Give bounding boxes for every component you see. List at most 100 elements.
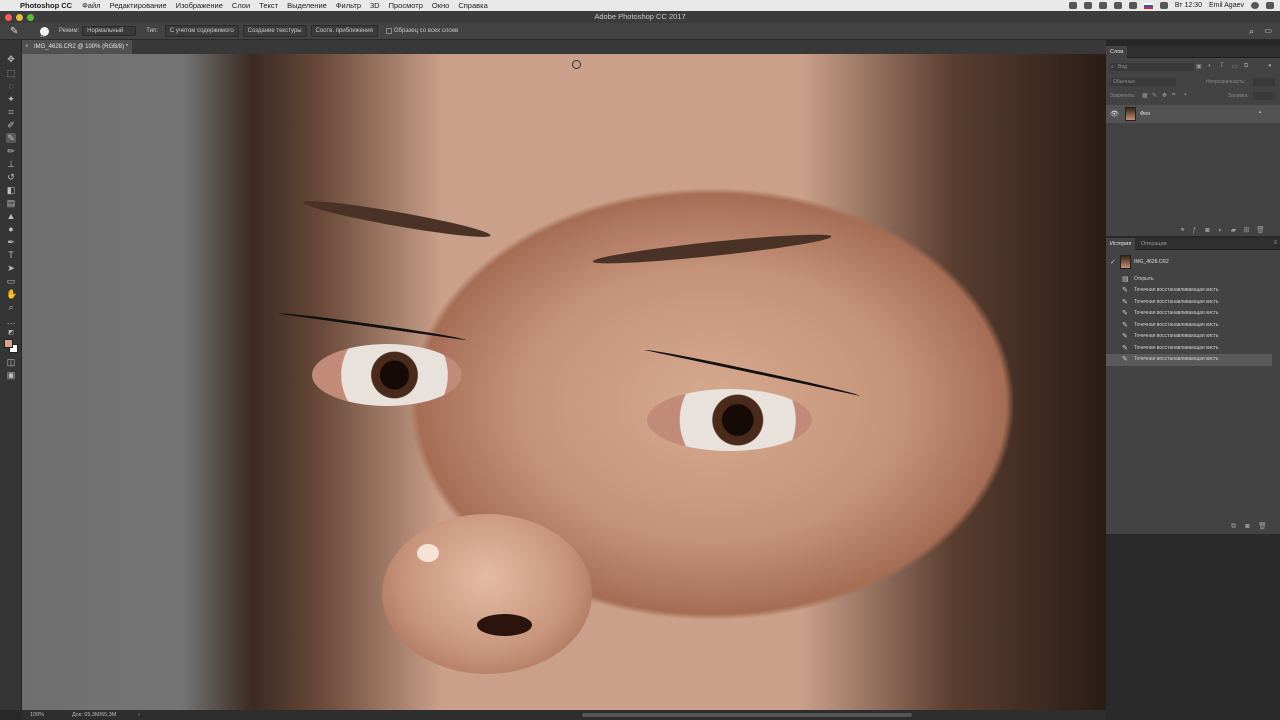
eyedropper-tool-icon[interactable]: ✐ — [6, 120, 16, 130]
new-layer-icon[interactable]: ⊞ — [1243, 227, 1250, 234]
zoom-level[interactable]: 100% — [30, 710, 44, 720]
lock-image-icon[interactable]: ✎ — [1152, 92, 1157, 99]
layer-visibility-eye-icon[interactable]: 👁 — [1110, 110, 1119, 118]
type-proximity-match-button[interactable]: Соотв. приближения — [310, 25, 378, 37]
tab-layers[interactable]: Слои — [1106, 46, 1128, 58]
wifi-icon[interactable] — [1113, 2, 1122, 9]
document-canvas[interactable] — [22, 54, 1106, 710]
menu-view[interactable]: Просмотр — [389, 1, 423, 10]
history-item-selected[interactable]: ✎ Точечная восстанавливающая кисть — [1106, 354, 1272, 366]
hand-tool-icon[interactable]: ✋ — [6, 289, 17, 299]
close-tab-icon[interactable]: × — [25, 40, 29, 54]
sample-all-layers-checkbox[interactable] — [385, 28, 392, 34]
menu-help[interactable]: Справка — [458, 1, 487, 10]
status-menu-arrow-icon[interactable]: › — [138, 710, 140, 720]
filter-by-shape-icon[interactable]: ▭ — [1232, 63, 1238, 70]
blend-mode-dropdown[interactable]: Обычные — [1110, 78, 1176, 86]
tab-history[interactable]: История — [1106, 238, 1136, 250]
path-selection-tool-icon[interactable]: ➤ — [6, 263, 16, 273]
menubar-clock[interactable]: Вт 12:30 — [1175, 2, 1202, 9]
opacity-field[interactable] — [1253, 78, 1275, 86]
pen-tool-icon[interactable]: ✒ — [6, 237, 16, 247]
menu-app-name[interactable]: Photoshop CC — [20, 1, 72, 10]
quick-mask-icon[interactable]: ◫ — [6, 357, 16, 367]
type-create-texture-button[interactable]: Создание текстуры — [242, 25, 307, 37]
zoom-window-icon[interactable] — [27, 14, 34, 21]
more-tools-icon[interactable]: … — [6, 316, 16, 326]
foreground-color-swatch[interactable] — [4, 339, 13, 348]
new-group-icon[interactable]: ▰ — [1230, 227, 1237, 234]
zoom-tool-icon[interactable]: ⌕ — [6, 302, 16, 312]
menu-window[interactable]: Окно — [432, 1, 449, 10]
lasso-tool-icon[interactable]: ◌ — [6, 81, 16, 91]
screen-mode-icon[interactable]: ▣ — [6, 370, 16, 380]
blur-tool-icon[interactable]: ▲ — [6, 211, 16, 221]
filter-toggle-icon[interactable]: ● — [1268, 63, 1272, 69]
dodge-tool-icon[interactable]: ● — [6, 224, 16, 234]
notification-center-icon[interactable] — [1266, 2, 1274, 9]
clone-stamp-tool-icon[interactable]: ⊥ — [6, 159, 16, 169]
brush-tool-icon[interactable]: ✏ — [6, 146, 16, 156]
spot-healing-brush-tool-icon[interactable]: ✎ — [6, 133, 16, 143]
lock-transparent-icon[interactable]: ▦ — [1142, 92, 1148, 99]
history-item[interactable]: ✎ Точечная восстанавливающая кисть — [1106, 331, 1272, 343]
history-item[interactable]: ✎ Точечная восстанавливающая кисть — [1106, 320, 1272, 332]
bluetooth-icon[interactable] — [1098, 2, 1107, 9]
filter-by-pixel-icon[interactable]: ▣ — [1196, 63, 1202, 70]
workspace-icon[interactable]: ▭ — [1264, 26, 1272, 35]
delete-layer-icon[interactable]: 🗑 — [1256, 227, 1265, 234]
new-adjustment-layer-icon[interactable]: ◐ — [1217, 227, 1224, 234]
menu-type[interactable]: Текст — [259, 1, 278, 10]
dropbox-icon[interactable] — [1083, 2, 1092, 9]
menu-3d[interactable]: 3D — [370, 1, 380, 10]
history-item[interactable]: ✎ Точечная восстанавливающая кисть — [1106, 297, 1272, 309]
menu-file[interactable]: Файл — [82, 1, 100, 10]
menu-filter[interactable]: Фильтр — [336, 1, 361, 10]
filter-by-adjustment-icon[interactable]: ◐ — [1208, 63, 1212, 69]
move-tool-icon[interactable]: ✥ — [6, 54, 16, 64]
history-item[interactable]: ✎ Точечная восстанавливающая кисть — [1106, 343, 1272, 355]
type-content-aware-button[interactable]: С учетом содержимого — [164, 25, 239, 37]
history-snapshot-row[interactable]: ✓ IMG_4628.CR2 — [1106, 254, 1272, 270]
add-mask-icon[interactable]: ◙ — [1204, 227, 1211, 234]
menubar-user[interactable]: Emil Agaev — [1209, 2, 1244, 9]
history-item[interactable]: ✎ Точечная восстанавливающая кисть — [1106, 285, 1272, 297]
marquee-tool-icon[interactable]: ⬚ — [6, 68, 16, 78]
filter-by-smart-object-icon[interactable]: ⧉ — [1244, 63, 1248, 70]
record-icon[interactable] — [1068, 2, 1077, 9]
menu-edit[interactable]: Редактирование — [110, 1, 167, 10]
history-item[interactable]: ✎ Точечная восстанавливающая кисть — [1106, 308, 1272, 320]
search-icon[interactable]: ⌕ — [1249, 26, 1254, 37]
fill-field[interactable] — [1253, 92, 1275, 100]
layer-filter-search[interactable]: ⌕ Вид — [1110, 63, 1194, 71]
quick-selection-tool-icon[interactable]: ✦ — [6, 94, 16, 104]
history-item[interactable]: ▤ Открыть — [1106, 274, 1272, 286]
menu-layers[interactable]: Слои — [232, 1, 250, 10]
history-brush-tool-icon[interactable]: ↺ — [6, 172, 16, 182]
menu-select[interactable]: Выделение — [287, 1, 327, 10]
new-snapshot-icon[interactable]: ◙ — [1244, 523, 1251, 530]
delete-state-icon[interactable]: 🗑 — [1258, 523, 1267, 530]
gradient-tool-icon[interactable]: ▤ — [6, 198, 16, 208]
new-document-from-state-icon[interactable]: ⧉ — [1230, 523, 1237, 530]
document-tab[interactable]: × IMG_4628.CR2 @ 100% (RGB/8) * — [22, 40, 132, 54]
snapshot-source-icon[interactable]: ✓ — [1110, 258, 1116, 266]
mode-dropdown[interactable]: Нормальный — [82, 26, 137, 36]
menu-image[interactable]: Изображение — [176, 1, 223, 10]
shape-tool-icon[interactable]: ▭ — [6, 276, 16, 286]
spot-healing-brush-tool-preset-icon[interactable]: ✎ — [10, 26, 18, 37]
crop-tool-icon[interactable]: ⌗ — [6, 107, 16, 117]
volume-icon[interactable] — [1128, 2, 1137, 9]
panel-menu-icon[interactable]: ≡ — [1273, 240, 1277, 246]
link-layers-icon[interactable]: ⚭ — [1179, 227, 1186, 234]
keyboard-layout-flag-icon[interactable] — [1143, 2, 1153, 9]
type-tool-icon[interactable]: T — [6, 250, 16, 260]
lock-all-icon[interactable]: ▪ — [1184, 92, 1186, 98]
lock-artboard-icon[interactable]: ⌗ — [1172, 92, 1175, 99]
default-colors-icon[interactable]: ◩ — [6, 328, 16, 338]
close-window-icon[interactable] — [5, 14, 12, 21]
layer-row-background[interactable]: 👁 Фон ▪ — [1106, 105, 1280, 123]
minimize-window-icon[interactable] — [16, 14, 23, 21]
spotlight-icon[interactable] — [1251, 2, 1259, 9]
horizontal-scrollbar[interactable] — [582, 713, 912, 717]
